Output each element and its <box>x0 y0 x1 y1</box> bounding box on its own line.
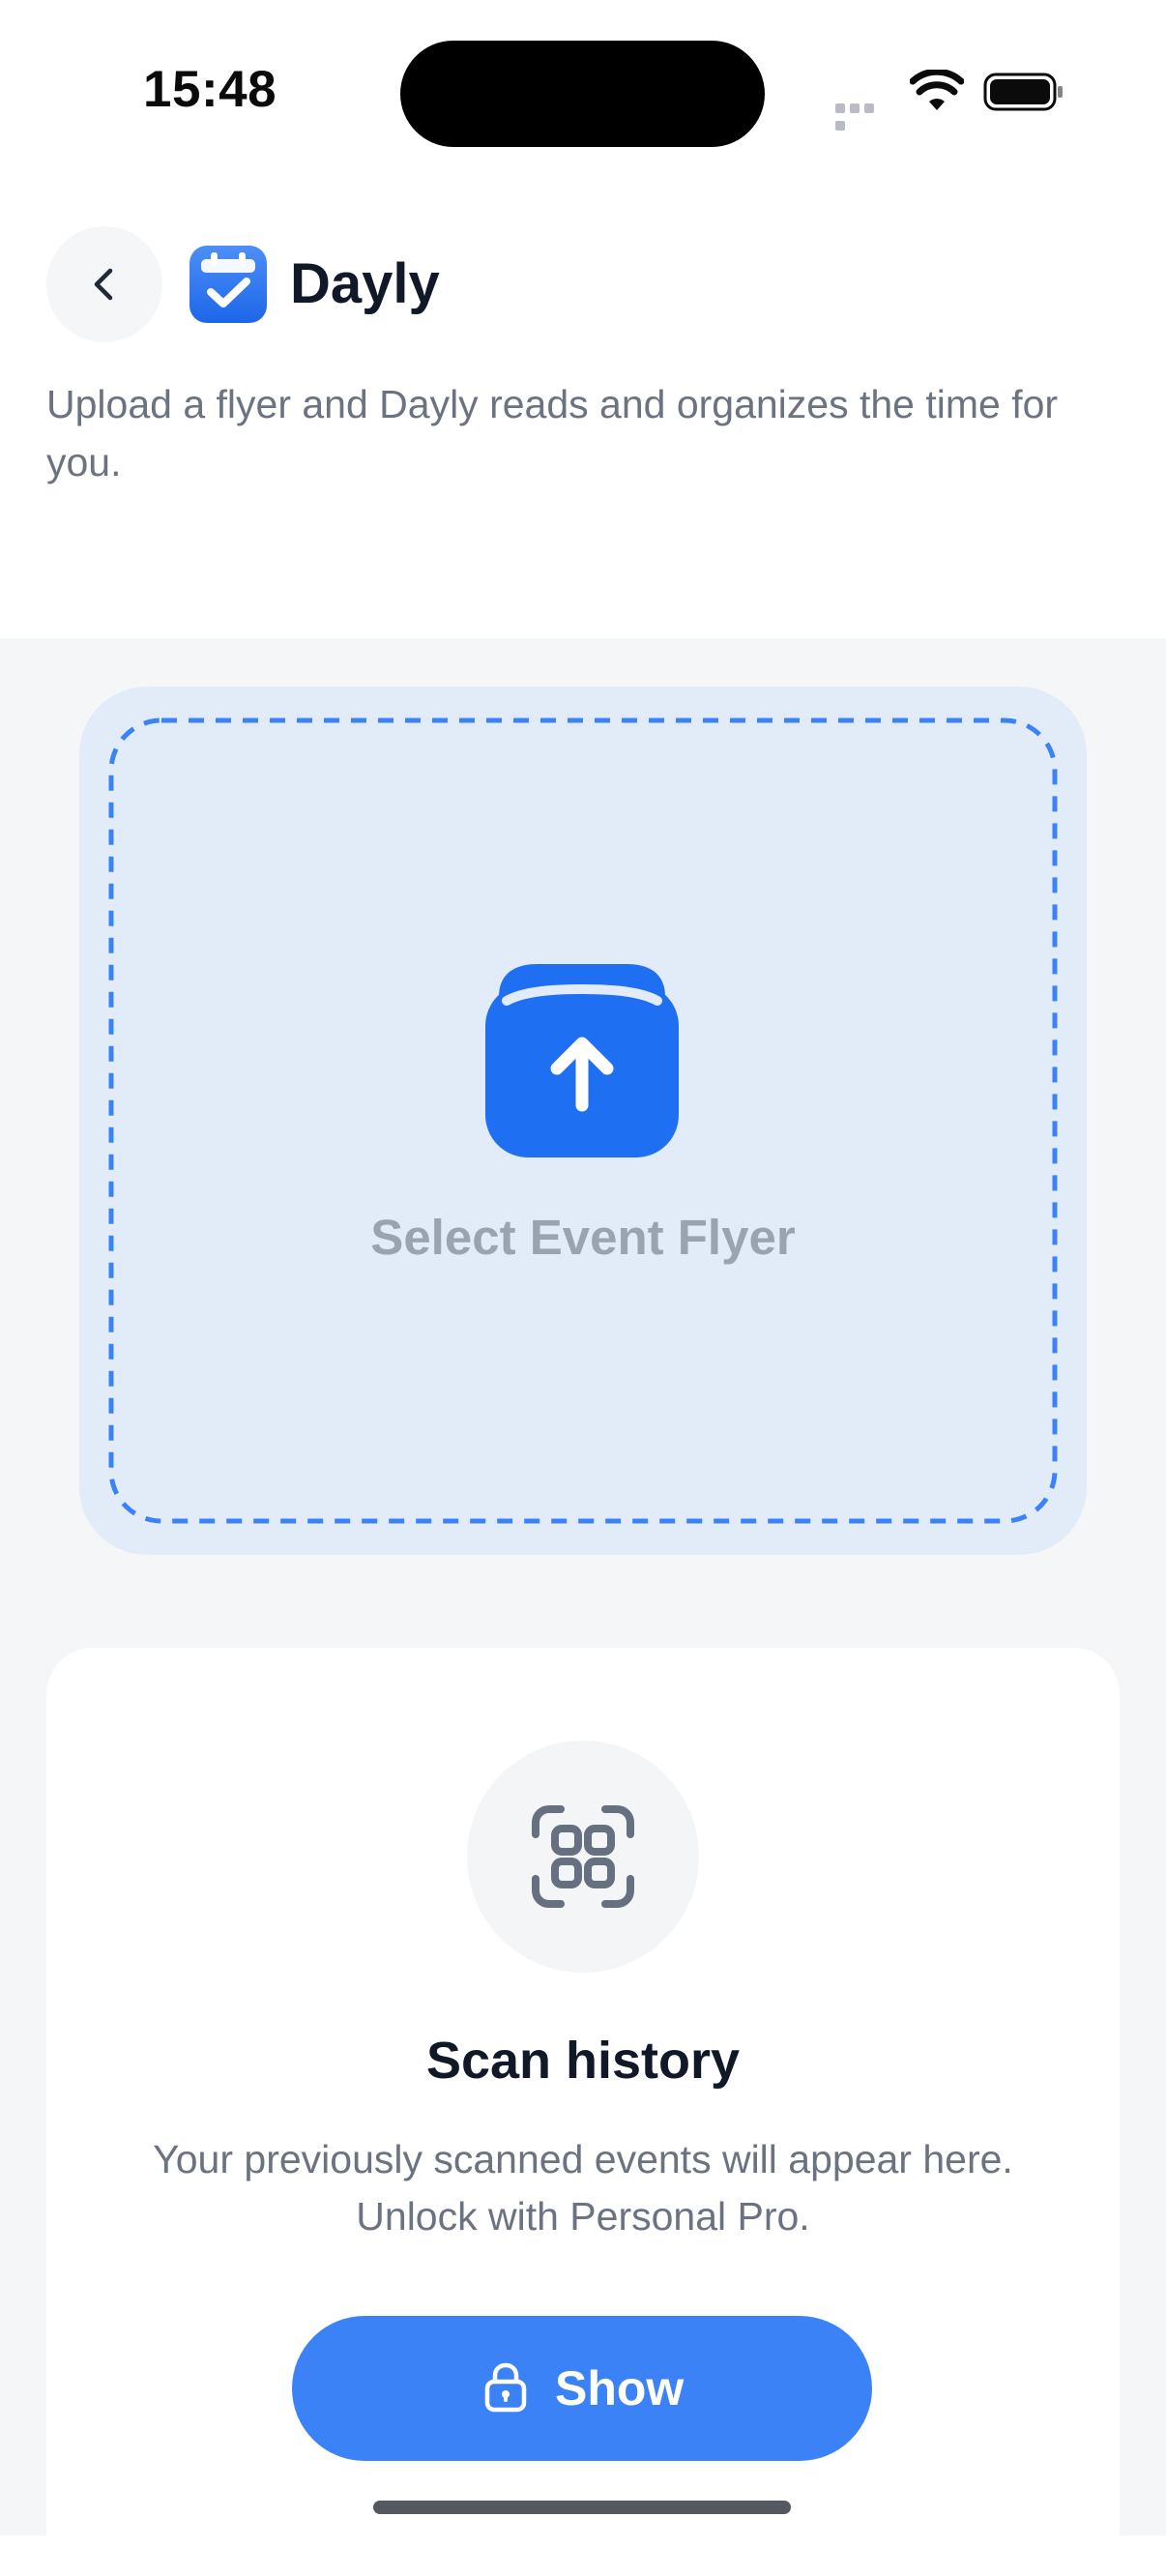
chevron-left-icon <box>94 268 113 301</box>
app-title: Dayly <box>290 252 440 315</box>
show-button-label: Show <box>555 2361 685 2415</box>
page-subtitle: Upload a flyer and Dayly reads and organ… <box>46 382 1059 484</box>
scan-icon-badge <box>467 1741 699 1973</box>
scan-history-description: Your previously scanned events will appe… <box>153 2137 1013 2239</box>
upload-label: Select Event Flyer <box>370 1210 796 1265</box>
header: Dayly Upload a flyer and Dayly reads and… <box>0 184 1166 638</box>
status-time: 15:48 <box>143 61 277 118</box>
dynamic-island <box>400 41 765 147</box>
battery-icon <box>983 73 1063 111</box>
show-history-button[interactable]: Show <box>292 2316 872 2461</box>
scan-history-card: Scan history Your previously scanned eve… <box>46 1648 1120 2576</box>
upload-tray-icon <box>485 964 679 1157</box>
scan-history-title: Scan history <box>425 2032 741 2090</box>
wifi-icon <box>910 70 964 110</box>
status-bar: 15:48 <box>0 0 1166 184</box>
home-indicator[interactable] <box>373 2501 791 2514</box>
back-button[interactable] <box>46 226 162 342</box>
calendar-check-icon <box>189 246 267 323</box>
flyer-upload-dropzone[interactable]: Select Event Flyer <box>79 687 1087 1555</box>
qr-scan-icon <box>532 1805 634 1908</box>
lock-icon <box>484 2362 527 2413</box>
cellular-signal-icon <box>835 101 891 131</box>
